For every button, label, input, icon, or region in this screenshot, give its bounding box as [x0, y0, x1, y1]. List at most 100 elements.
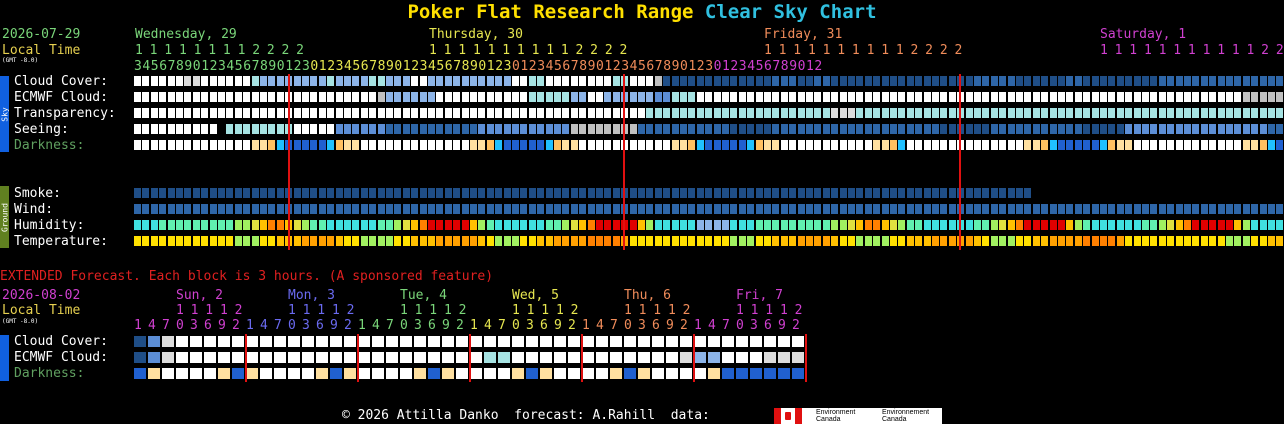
- ext-cell: [134, 336, 146, 347]
- wind-cell: [856, 204, 864, 214]
- ecmwf-cloud-cell: [654, 92, 662, 102]
- wind-cell: [747, 204, 755, 214]
- chart-name[interactable]: Clear Sky Chart: [705, 1, 877, 23]
- wind-cell: [1276, 204, 1284, 214]
- cloud-cover-cell: [1116, 76, 1124, 86]
- transparency-cell: [764, 108, 771, 118]
- ecmwf-cloud-cell: [276, 92, 284, 102]
- transparency-cell: [596, 108, 603, 118]
- cloud-cover-cell: [890, 76, 897, 86]
- seeing-cell: [545, 124, 553, 134]
- transparency-cell: [1158, 108, 1166, 118]
- darkness-cell: [1133, 140, 1141, 150]
- ecmwf-cloud-cell: [394, 92, 402, 102]
- cloud-cover-cell: [1125, 76, 1133, 86]
- wind-cell: [402, 204, 410, 214]
- ext-cell: [792, 352, 804, 363]
- smoke-cell: [764, 188, 771, 198]
- wind-cell: [898, 204, 906, 214]
- ext-cell: [260, 352, 272, 363]
- wind-cell: [302, 204, 309, 214]
- transparency-cell: [671, 108, 679, 118]
- ext-cell: [470, 368, 482, 379]
- darkness-cell: [806, 140, 813, 150]
- smoke-cell: [394, 188, 402, 198]
- transparency-cell: [201, 108, 209, 118]
- humidity-cell: [1158, 220, 1166, 230]
- smoke-cell: [369, 188, 377, 198]
- ecmwf-cloud-cell: [1150, 92, 1158, 102]
- humidity-cell: [1268, 220, 1275, 230]
- darkness-cell: [898, 140, 906, 150]
- ext-hour-digit: 3: [750, 318, 758, 333]
- cloud-cover-cell: [545, 76, 553, 86]
- humidity-cell: [1108, 220, 1116, 230]
- transparency-cell: [898, 108, 906, 118]
- darkness-cell: [1016, 140, 1023, 150]
- ext-cell: [652, 336, 664, 347]
- ecmwf-cloud-cell: [234, 92, 242, 102]
- cloud-cover-cell: [864, 76, 872, 86]
- cloud-cover-cell: [461, 76, 469, 86]
- ecmwf-cloud-cell: [386, 92, 393, 102]
- transparency-cell: [268, 108, 276, 118]
- ext-cell: [316, 352, 328, 363]
- extended-banner[interactable]: EXTENDED Forecast. Each block is 3 hours…: [0, 269, 493, 284]
- transparency-cell: [1074, 108, 1082, 118]
- seeing-cell: [873, 124, 881, 134]
- hour-digit: 8: [579, 59, 588, 74]
- ext-cell: [148, 368, 160, 379]
- environment-canada-logo[interactable]: Environment Canada Environnement Canada: [774, 408, 942, 424]
- humidity-cell: [260, 220, 267, 230]
- ext-cell: [456, 368, 468, 379]
- wind-cell: [1242, 204, 1250, 214]
- seeing-cell: [780, 124, 788, 134]
- ecmwf-cloud-cell: [1242, 92, 1250, 102]
- hour-digit: 7: [369, 59, 378, 74]
- extended-gmt: (GMT -8.0): [2, 318, 39, 325]
- temperature-cell: [1041, 236, 1049, 246]
- wind-cell: [680, 204, 687, 214]
- cloud-cover-cell: [402, 76, 410, 86]
- temperature-cell: [1158, 236, 1166, 246]
- seeing-cell: [176, 124, 183, 134]
- seeing-cell: [722, 124, 729, 134]
- humidity-cell: [1167, 220, 1175, 230]
- darkness-cell: [411, 140, 419, 150]
- seeing-cell: [890, 124, 897, 134]
- temperature-cell: [646, 236, 654, 246]
- cloud-cover-cell: [243, 76, 251, 86]
- temperature-cell: [444, 236, 452, 246]
- wind-cell: [965, 204, 973, 214]
- transparency-cell: [159, 108, 167, 118]
- cloud-cover-cell: [369, 76, 377, 86]
- darkness-cell: [327, 140, 335, 150]
- ecmwf-cloud-cell: [646, 92, 654, 102]
- seeing-cell: [999, 124, 1007, 134]
- hour-digit: 0: [596, 59, 604, 74]
- transparency-cell: [528, 108, 536, 118]
- ext-cell: [708, 368, 720, 379]
- transparency-cell: [923, 108, 931, 118]
- darkness-cell: [537, 140, 545, 150]
- ext-cell: [540, 352, 552, 363]
- transparency-cell: [470, 108, 477, 118]
- transparency-cell: [226, 108, 234, 118]
- cloud-cover-cell: [1024, 76, 1032, 86]
- darkness-cell: [755, 140, 763, 150]
- cloud-cover-cell: [310, 76, 318, 86]
- cloud-cover-cell: [562, 76, 570, 86]
- ext-hour-tens: 1 1 1 1 2: [400, 303, 466, 318]
- wind-cell: [638, 204, 645, 214]
- smoke-cell: [1016, 188, 1023, 198]
- hour-digit: 6: [159, 59, 168, 74]
- darkness-cell: [848, 140, 855, 150]
- ext-cell: [274, 336, 286, 347]
- darkness-cell: [310, 140, 318, 150]
- ext-cell: [568, 336, 580, 347]
- darkness-cell: [453, 140, 461, 150]
- hour-digit: 8: [260, 59, 268, 74]
- temperature-cell: [150, 236, 158, 246]
- humidity-cell: [192, 220, 200, 230]
- cloud-cover-cell: [814, 76, 822, 86]
